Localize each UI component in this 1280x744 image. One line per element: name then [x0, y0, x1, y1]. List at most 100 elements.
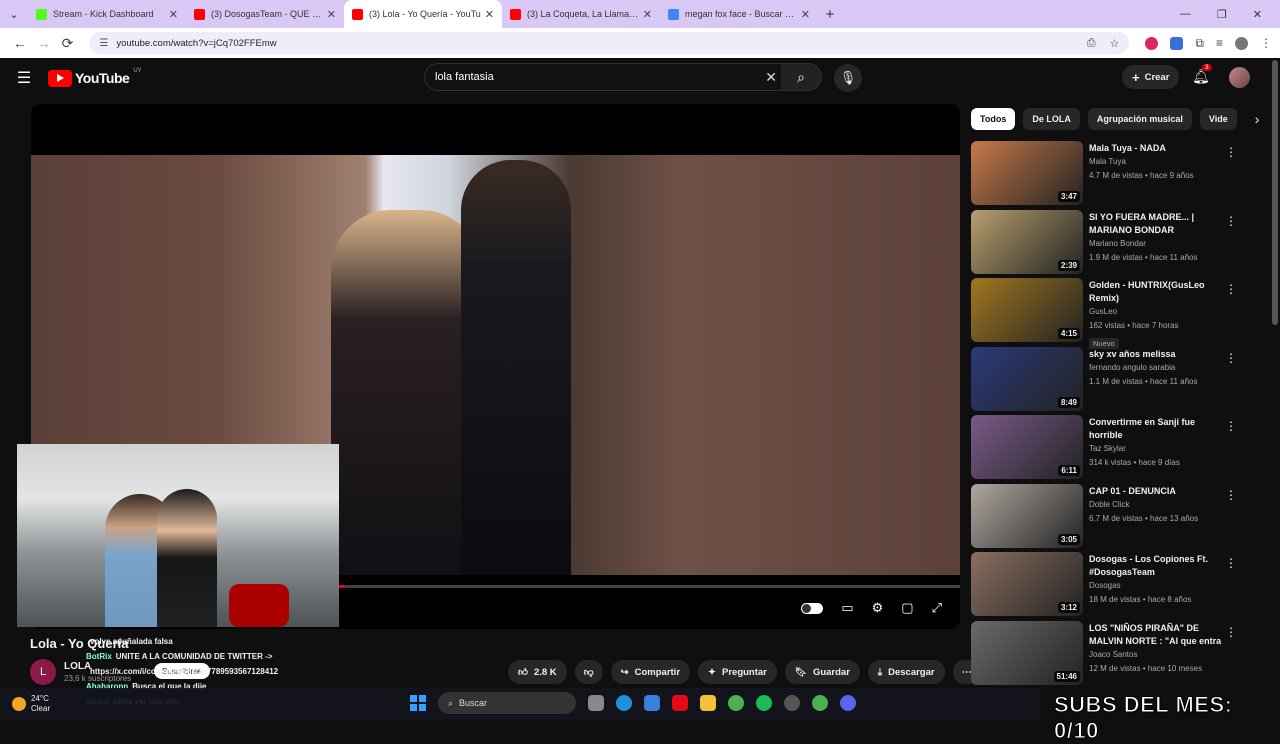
- download-button[interactable]: ⤓ Descargar: [867, 660, 945, 684]
- windows-start-icon[interactable]: [410, 695, 426, 711]
- recommended-video[interactable]: 3:05 CAP 01 - DENUNCIA Doble Click 6.7 M…: [971, 483, 1251, 553]
- like-button[interactable]: 👍︎ 2.8 K: [508, 660, 567, 684]
- extension-icon[interactable]: [1145, 36, 1159, 50]
- user-avatar[interactable]: [1229, 67, 1250, 88]
- back-icon[interactable]: ←: [8, 35, 32, 51]
- chrome-icon[interactable]: [728, 695, 744, 711]
- store-icon[interactable]: [644, 695, 660, 711]
- puzzle-icon[interactable]: ⧉: [1195, 36, 1204, 51]
- channel-name[interactable]: Dosogas: [1089, 579, 1229, 593]
- browser-tab[interactable]: Stream - Kick Dashboard ✕: [28, 0, 186, 28]
- more-options-icon[interactable]: ⋮: [1225, 351, 1237, 365]
- settings-gear-icon[interactable]: ⚙: [872, 600, 884, 616]
- fullscreen-icon[interactable]: ⤢: [932, 600, 942, 616]
- channel-name[interactable]: Mariano Bondar: [1089, 237, 1229, 251]
- reload-icon[interactable]: ⟳: [56, 35, 80, 52]
- maximize-icon[interactable]: ❐: [1217, 8, 1227, 21]
- browser-tab[interactable]: (3) DosogasTeam - QUE CALLE ✕: [186, 0, 344, 28]
- search-input[interactable]: lola fantasia ✕ ⌕: [424, 63, 822, 91]
- discord-icon[interactable]: [840, 695, 856, 711]
- more-options-icon[interactable]: ⋮: [1225, 214, 1237, 228]
- recommended-video[interactable]: 3:12 Dosogas - Los Copiones Ft. #Dosogas…: [971, 552, 1251, 621]
- ask-button[interactable]: ✦ Preguntar: [698, 660, 777, 684]
- filter-chip[interactable]: Agrupación musical: [1087, 108, 1192, 130]
- channel-name[interactable]: Doble Click: [1089, 498, 1229, 512]
- recommended-video[interactable]: 3:47 Mala Tuya - NADA Mala Tuya 4.7 M de…: [971, 141, 1251, 210]
- chrome-profile-icon[interactable]: [812, 695, 828, 711]
- channel-name[interactable]: Taz Skylar: [1089, 442, 1229, 456]
- close-tab-icon[interactable]: ✕: [327, 8, 336, 21]
- bookmark-star-icon[interactable]: ☆: [1110, 37, 1120, 50]
- share-button[interactable]: ↪ Compartir: [610, 660, 691, 684]
- tab-search-icon[interactable]: ⌄: [0, 0, 28, 28]
- more-options-icon[interactable]: ⋮: [1225, 556, 1237, 570]
- video-thumbnail[interactable]: 4:15: [971, 278, 1083, 342]
- video-thumbnail[interactable]: 6:11: [971, 415, 1083, 479]
- channel-name[interactable]: Joaco Santos: [1089, 648, 1229, 662]
- video-thumbnail[interactable]: 2:39: [971, 209, 1083, 274]
- video-title[interactable]: Convertirme en Sanji fue horrible: [1089, 416, 1229, 442]
- chips-next-icon[interactable]: ›: [1255, 111, 1260, 127]
- obs-icon[interactable]: [784, 695, 800, 711]
- video-title[interactable]: sky xv años melissa: [1089, 348, 1229, 361]
- close-tab-icon[interactable]: ✕: [801, 8, 810, 21]
- microphone-icon[interactable]: 🎙︎: [834, 64, 862, 92]
- video-title[interactable]: SI YO FUERA MADRE... | MARIANO BONDAR: [1089, 211, 1229, 237]
- more-options-icon[interactable]: ⋮: [1225, 282, 1237, 296]
- profile-icon[interactable]: [1234, 36, 1248, 50]
- filter-chip[interactable]: De LOLA: [1023, 108, 1080, 130]
- filter-chip[interactable]: Vide: [1199, 108, 1237, 130]
- video-thumbnail[interactable]: 3:05: [971, 483, 1083, 548]
- new-tab-button[interactable]: +: [818, 6, 842, 23]
- forward-icon[interactable]: →: [32, 35, 56, 51]
- channel-name[interactable]: Mala Tuya: [1089, 155, 1229, 169]
- search-icon[interactable]: ⌕: [781, 64, 821, 90]
- notifications-bell-icon[interactable]: 🔔︎ 3: [1192, 64, 1212, 85]
- recommended-video[interactable]: 51:46 LOS "NIÑOS PIRAÑA" DE MALVIN NORTE…: [971, 620, 1251, 690]
- media-icon[interactable]: ≡: [1216, 36, 1223, 50]
- browser-tab[interactable]: (3) La Coqueta, La Llamada @L ✕: [502, 0, 660, 28]
- subtitles-icon[interactable]: ▭: [841, 600, 853, 616]
- install-icon[interactable]: ⎙: [1087, 37, 1096, 50]
- create-button[interactable]: + Crear: [1122, 65, 1180, 89]
- netflix-icon[interactable]: [672, 695, 688, 711]
- close-window-icon[interactable]: ✕: [1253, 8, 1262, 21]
- taskbar-search[interactable]: ⌕ Buscar: [438, 692, 576, 714]
- menu-icon[interactable]: ⋮: [1260, 36, 1272, 50]
- spotify-icon[interactable]: [756, 695, 772, 711]
- filter-chip[interactable]: Todos: [971, 108, 1016, 130]
- close-tab-icon[interactable]: ✕: [643, 8, 652, 21]
- translate-icon[interactable]: [1170, 36, 1184, 50]
- autoplay-toggle[interactable]: [801, 602, 824, 614]
- channel-name[interactable]: GusLeo: [1089, 305, 1229, 319]
- channel-name[interactable]: fernando angulo sarabia: [1089, 361, 1229, 375]
- browser-tab[interactable]: megan fox face - Buscar con G ✕: [660, 0, 818, 28]
- video-title[interactable]: LOS "NIÑOS PIRAÑA" DE MALVIN NORTE : "Al…: [1089, 622, 1229, 648]
- folder-icon[interactable]: [700, 695, 716, 711]
- weather-widget[interactable]: 24°C Clear: [12, 694, 50, 714]
- video-thumbnail[interactable]: 8:49: [971, 346, 1083, 411]
- more-options-icon[interactable]: ⋮: [1225, 488, 1237, 502]
- video-title[interactable]: Dosogas - Los Copiones Ft. #DosogasTeam: [1089, 553, 1229, 579]
- theater-mode-icon[interactable]: ▢: [901, 600, 913, 616]
- close-tab-icon[interactable]: ✕: [485, 8, 494, 21]
- video-thumbnail[interactable]: 51:46: [971, 620, 1083, 685]
- channel-avatar[interactable]: L: [30, 659, 56, 685]
- video-title[interactable]: CAP 01 - DENUNCIA: [1089, 485, 1229, 498]
- hamburger-icon[interactable]: ☰: [0, 68, 48, 88]
- more-options-icon[interactable]: ⋮: [1225, 145, 1237, 159]
- more-options-icon[interactable]: ⋮: [1225, 625, 1237, 639]
- video-thumbnail[interactable]: 3:47: [971, 141, 1083, 205]
- dislike-button[interactable]: 👎︎: [574, 660, 603, 684]
- minimize-icon[interactable]: —: [1180, 8, 1191, 21]
- browser-tab[interactable]: (3) Lola - Yo Quería - YouTu ✕: [344, 0, 502, 28]
- video-title[interactable]: Mala Tuya - NADA: [1089, 142, 1229, 155]
- recommended-video[interactable]: 4:15 Golden - HUNTRIX(GusLeo Remix) GusL…: [971, 278, 1251, 349]
- more-options-icon[interactable]: ⋮: [1225, 419, 1237, 433]
- video-title[interactable]: Golden - HUNTRIX(GusLeo Remix): [1089, 279, 1229, 305]
- save-button[interactable]: 🔖︎ Guardar: [784, 660, 860, 684]
- recommended-video[interactable]: 2:39 SI YO FUERA MADRE... | MARIANO BOND…: [971, 209, 1251, 279]
- task-view-icon[interactable]: [588, 695, 604, 711]
- recommended-video[interactable]: 8:49 sky xv años melissa fernando angulo…: [971, 346, 1251, 416]
- edge-icon[interactable]: [616, 695, 632, 711]
